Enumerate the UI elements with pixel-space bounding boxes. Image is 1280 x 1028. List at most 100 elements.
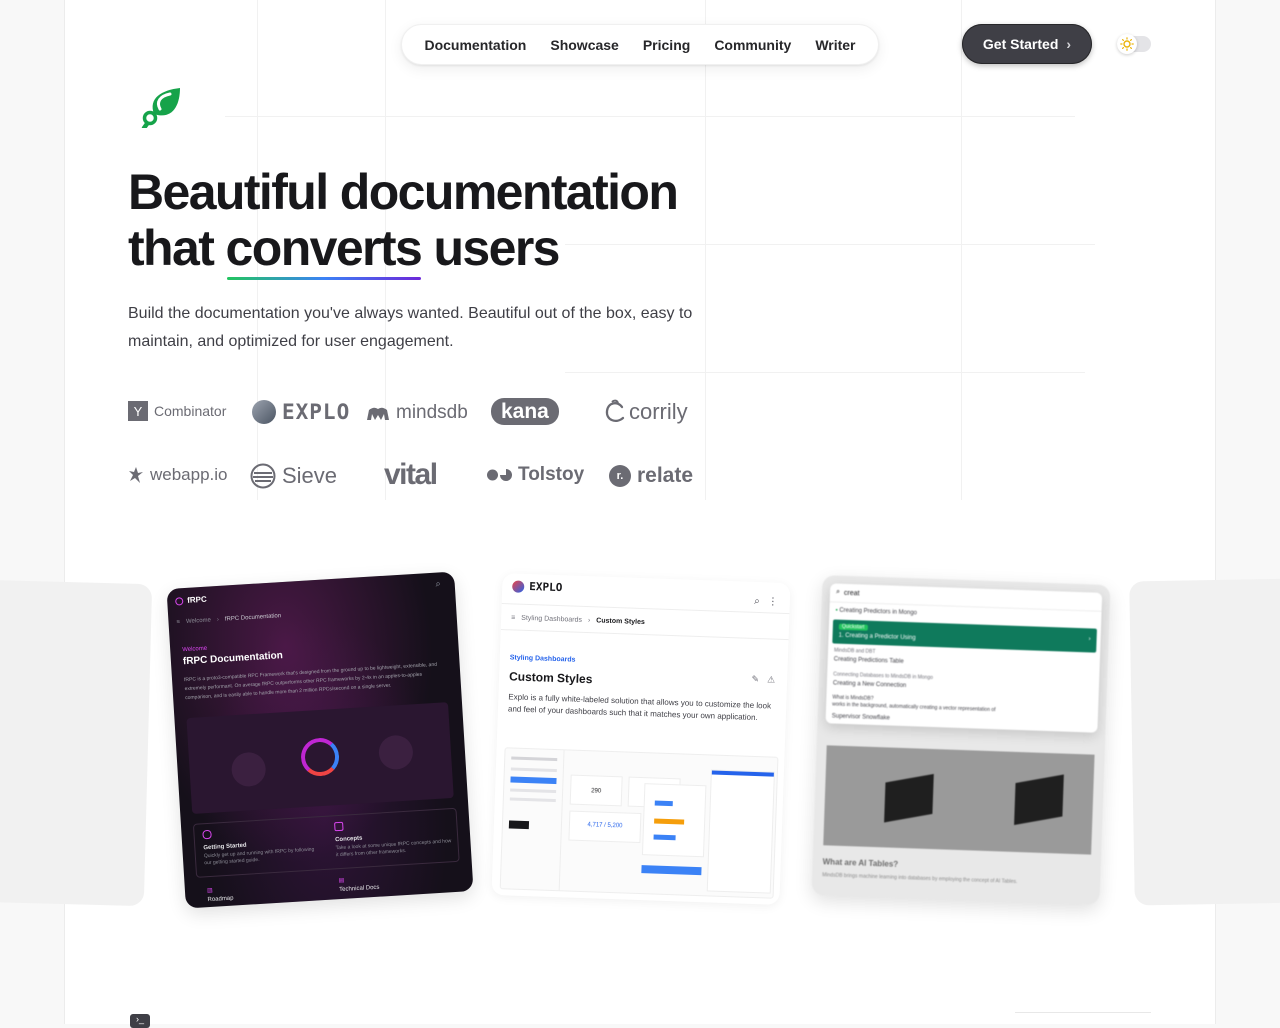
result-text: 1. Creating a Predictor Using — [838, 632, 916, 642]
warning-icon[interactable]: ⚠ — [767, 674, 775, 685]
carousel-card-next[interactable] — [1129, 578, 1280, 906]
brand-logo[interactable] — [138, 88, 182, 131]
nav-community[interactable]: Community — [714, 37, 791, 53]
partner-logo-sieve: Sieve — [250, 462, 337, 490]
frpc-ring — [299, 736, 341, 778]
partner-logo-kana: kana — [491, 398, 559, 425]
showcase-card-mindsdb[interactable]: What are AI Tables? MindsDB brings machi… — [811, 575, 1111, 905]
partner-logo-corrily: corrily — [604, 398, 688, 426]
result-text: Supervisor Snowflake — [831, 713, 890, 722]
terminal-icon: ›_ — [130, 1014, 150, 1028]
search-query: creat — [843, 589, 860, 597]
divider — [501, 603, 790, 615]
hero-title: Beautiful documentation that converts us… — [128, 164, 679, 280]
divider — [500, 629, 789, 641]
card-title: Technical Docs — [339, 884, 380, 894]
frpc-card-technical-docs[interactable]: ▤ Technical Docs — [338, 875, 379, 895]
frpc-logo-icon — [175, 596, 184, 606]
frpc-card-concepts[interactable]: Concepts Take a look at some unique fRPC… — [334, 815, 452, 859]
partner-logo-relate: r. relate — [609, 463, 693, 489]
partner-name: kana — [491, 398, 559, 425]
dashboard-bar-chart — [641, 783, 707, 858]
partner-name: webapp.io — [150, 465, 228, 484]
chevron-right-icon: › — [1088, 636, 1091, 643]
mindsdb-graphic — [823, 745, 1095, 855]
search-icon: ⌕ — [835, 588, 841, 596]
dashboard-sidebar — [500, 748, 565, 891]
partner-name: Sieve — [282, 463, 338, 488]
more-icon[interactable]: ⋮ — [768, 596, 778, 607]
partner-logo-vital: vital — [384, 458, 438, 492]
partner-name: vital — [384, 458, 438, 491]
ycombinator-icon: Y — [128, 401, 148, 421]
partner-name: Tolstoy — [518, 464, 585, 485]
explo-icon — [252, 400, 276, 424]
breadcrumb-item: Custom Styles — [596, 617, 645, 627]
concepts-icon — [334, 821, 344, 832]
grid-line — [565, 372, 1085, 373]
frpc-eyebrow: Welcome — [182, 645, 208, 654]
showcase-card-frpc[interactable]: fRPC ⌕ ≡ Welcome › fRPC Documentation We… — [166, 571, 474, 909]
breadcrumb-separator: › — [216, 616, 220, 624]
card-title: Roadmap — [207, 895, 234, 904]
explo-brand: EXPLO — [512, 579, 563, 594]
docs-icon: ▤ — [338, 877, 345, 885]
frpc-brand-name: fRPC — [186, 594, 208, 605]
frpc-node — [230, 751, 267, 788]
get-started-button[interactable]: Get Started › — [962, 24, 1092, 64]
theme-toggle[interactable] — [1117, 34, 1151, 54]
menu-icon[interactable]: ≡ — [511, 613, 515, 622]
nav-documentation[interactable]: Documentation — [424, 37, 526, 53]
explo-brand-name: EXPLO — [529, 580, 563, 595]
nav-pricing[interactable]: Pricing — [643, 37, 690, 53]
nav-showcase[interactable]: Showcase — [550, 37, 618, 53]
tolstoy-icon — [487, 469, 512, 481]
play-icon — [202, 829, 212, 840]
sun-icon — [1117, 34, 1137, 54]
hero-title-pre: that — [128, 220, 226, 276]
mindsdb-icon — [367, 407, 389, 420]
result-text: Creating Predictions Table — [833, 656, 904, 665]
doc-icon: ▪ — [835, 607, 838, 614]
menu-icon[interactable]: ≡ — [176, 618, 180, 627]
hero-title-line1: Beautiful documentation — [128, 164, 679, 220]
dashboard-stat: 290 — [569, 774, 623, 807]
breadcrumb-item[interactable]: Welcome — [186, 616, 211, 627]
partner-logo-explo: EXPLO — [252, 398, 350, 426]
edit-icon[interactable]: ✎ — [751, 674, 759, 685]
carousel-card-prev[interactable] — [0, 579, 153, 907]
frpc-node — [377, 734, 414, 771]
partner-logo-mindsdb: mindsdb — [366, 400, 468, 426]
explo-eyebrow: Styling Dashboards — [509, 654, 576, 664]
partner-logo-tolstoy: Tolstoy — [486, 463, 584, 487]
partner-logo-ycombinator: Y Combinator — [128, 400, 226, 422]
breadcrumb-item[interactable]: Styling Dashboards — [521, 614, 582, 625]
explo-breadcrumb: ≡ Styling Dashboards › Custom Styles — [511, 613, 645, 627]
corrily-icon — [605, 399, 625, 422]
breadcrumb-separator: › — [587, 617, 591, 625]
chevron-right-icon: › — [1066, 36, 1072, 52]
hero-description: Build the documentation you've always wa… — [128, 305, 693, 350]
partner-name: relate — [637, 464, 694, 487]
grid-line — [1015, 1012, 1151, 1013]
hero-title-highlight: converts — [225, 220, 423, 280]
showcase-card-explo[interactable]: EXPLO ⌕ ⋮ ≡ Styling Dashboards › Custom … — [491, 573, 791, 905]
grid-line — [705, 0, 706, 500]
grid-line — [225, 116, 1075, 117]
dashboard-area — [641, 865, 702, 876]
explo-body: Explo is a fully white-labeled solution … — [507, 692, 772, 723]
result-text: Creating Predictors in Mongo — [839, 607, 918, 617]
mindsdb-screen — [1014, 774, 1064, 826]
hero-title-post: users — [421, 220, 560, 276]
frpc-card-roadmap[interactable]: ▥ Roadmap — [207, 886, 234, 906]
nav-writer[interactable]: Writer — [815, 37, 855, 53]
sieve-icon — [250, 463, 276, 489]
partner-name: Combinator — [154, 403, 227, 419]
frpc-card-getting-started[interactable]: Getting Started Quickly get up and runni… — [202, 823, 322, 867]
result-tag: MindsDB and DBT — [833, 647, 876, 655]
result-tag: Connecting Databases to MindsDB in Mongo — [833, 671, 934, 681]
search-icon[interactable]: ⌕ — [435, 578, 441, 589]
mindsdb-footer-text: MindsDB brings machine learning into dat… — [822, 872, 1018, 886]
map-icon: ▥ — [206, 887, 213, 895]
search-icon[interactable]: ⌕ — [754, 596, 760, 607]
